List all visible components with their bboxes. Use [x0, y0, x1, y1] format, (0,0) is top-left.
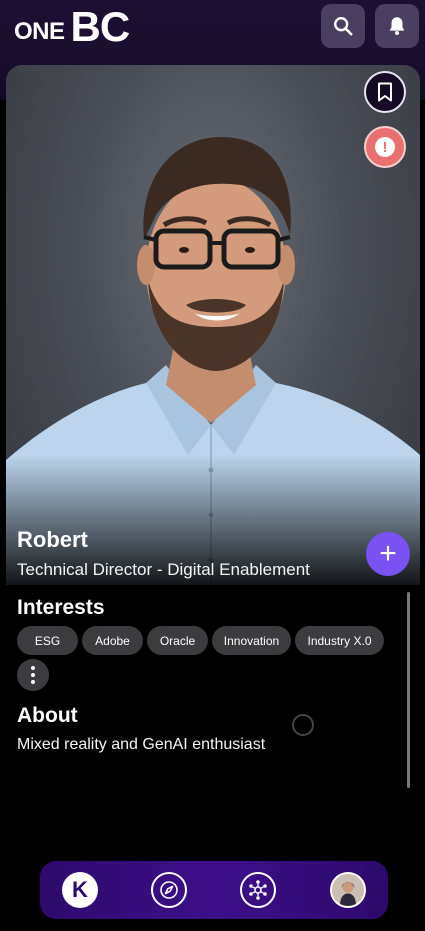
interest-chip[interactable]: Oracle — [147, 626, 208, 655]
about-text: Mixed reality and GenAI enthusiast — [17, 736, 266, 753]
interests-heading: Interests — [17, 596, 105, 619]
nav-home-k-logo[interactable]: K — [62, 872, 98, 908]
logo-one-text: ONE — [14, 18, 65, 45]
logo-bc-text: BC — [70, 3, 131, 50]
avatar — [332, 874, 364, 906]
bell-icon — [389, 17, 405, 35]
notifications-button[interactable] — [375, 4, 419, 48]
touch-indicator — [292, 714, 314, 736]
more-interests-button[interactable] — [17, 659, 49, 691]
exclamation-icon: ! — [375, 137, 395, 157]
network-icon — [249, 880, 267, 900]
nav-explore[interactable] — [151, 872, 187, 908]
add-connection-button[interactable]: + — [366, 532, 410, 576]
more-vertical-icon — [31, 666, 35, 670]
bookmark-icon — [378, 82, 392, 102]
nav-profile-avatar[interactable] — [330, 872, 366, 908]
search-icon — [334, 17, 353, 36]
compass-icon — [160, 881, 178, 899]
scrollbar[interactable] — [407, 592, 410, 788]
interest-chip[interactable]: Industry X.0 — [295, 626, 384, 655]
profile-name: Robert — [17, 527, 88, 552]
interest-chip[interactable]: Innovation — [212, 626, 291, 655]
interests-chips: ESG Adobe Oracle Innovation Industry X.0 — [17, 626, 384, 655]
profile-title: Technical Director - Digital Enablement — [17, 560, 310, 579]
report-button[interactable]: ! — [364, 126, 406, 168]
profile-card[interactable] — [6, 65, 420, 585]
app-logo[interactable]: ONE BC — [14, 3, 131, 50]
search-button[interactable] — [321, 4, 365, 48]
nav-network[interactable] — [240, 872, 276, 908]
interest-chip[interactable]: ESG — [17, 626, 78, 655]
bookmark-button[interactable] — [364, 71, 406, 113]
interest-chip[interactable]: Adobe — [82, 626, 143, 655]
bottom-nav: K — [40, 861, 388, 919]
about-heading: About — [17, 704, 78, 727]
